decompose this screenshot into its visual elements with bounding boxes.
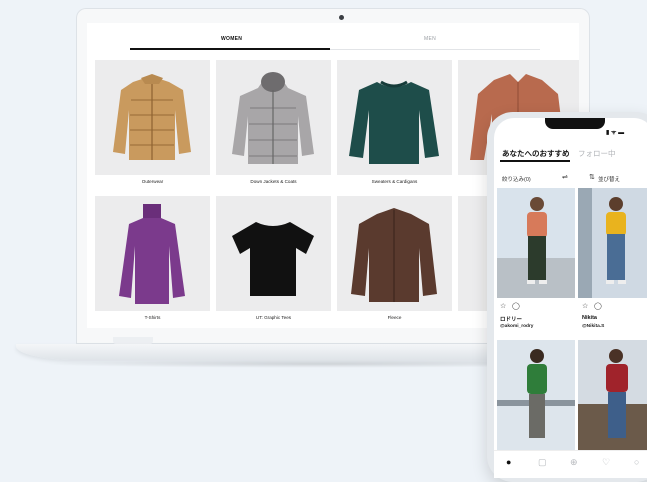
- bottom-navigation: ● ▢ ⊕ ♡ ○: [494, 450, 647, 478]
- sort-icon[interactable]: ⇅: [589, 173, 595, 181]
- add-icon[interactable]: ⊕: [570, 457, 578, 468]
- person-photo: [578, 188, 626, 298]
- active-tab-underline: [500, 160, 570, 162]
- comment-icon[interactable]: ◯: [512, 302, 520, 310]
- category-tabs: WOMEN MEN: [87, 23, 579, 57]
- brown-fleece-image: [351, 208, 437, 302]
- category-label-down-jackets[interactable]: Down Jackets & Coats: [216, 179, 331, 184]
- hooded-down-jacket-image: [232, 72, 314, 164]
- phone-screen: ▮ ᯤ ▬ あなたへのおすすめ フォロー中 絞り込み(0) ⇌ 並び替え ⇅ ☆…: [494, 118, 647, 478]
- category-label-sweaters[interactable]: Sweaters & Cardigans: [337, 179, 452, 184]
- phone-notch: [545, 118, 605, 129]
- post-author-handle-1[interactable]: @akomi_rodry: [500, 324, 533, 329]
- purple-turtleneck-image: [119, 204, 185, 304]
- camera-dot: [339, 15, 344, 20]
- heart-icon[interactable]: ♡: [602, 457, 610, 468]
- green-sweater-image: [349, 80, 439, 164]
- category-tile-ut-graphic-tees[interactable]: [216, 196, 331, 311]
- status-bar-icons: ▮ ᯤ ▬: [606, 130, 625, 136]
- category-tile-fleece[interactable]: [337, 196, 452, 311]
- person-photo: [578, 349, 647, 450]
- category-label-t-shirts[interactable]: T-Shirts: [95, 315, 210, 320]
- post-photo-2[interactable]: [578, 188, 647, 298]
- puffer-jacket-image: [113, 74, 191, 160]
- black-tshirt-image: [232, 222, 314, 296]
- star-icon[interactable]: ☆: [500, 302, 506, 310]
- category-label-outerwear[interactable]: Outerwear: [95, 179, 210, 184]
- filter-sliders-icon[interactable]: ⇌: [562, 173, 568, 181]
- category-tile-sweaters[interactable]: [337, 60, 452, 175]
- post-author-name-1[interactable]: ロドリー: [500, 315, 522, 323]
- active-tab-indicator: [130, 48, 330, 50]
- category-tile-down-jackets[interactable]: [216, 60, 331, 175]
- comment-icon[interactable]: ◯: [594, 302, 602, 310]
- category-tile-outerwear[interactable]: [95, 60, 210, 175]
- person-photo: [497, 197, 575, 298]
- tab-following[interactable]: フォロー中: [578, 148, 616, 159]
- category-tile-t-shirts[interactable]: [95, 196, 210, 311]
- post-author-handle-2[interactable]: @Nikita.S: [582, 324, 604, 329]
- bag-icon[interactable]: ▢: [538, 457, 547, 468]
- sort-button[interactable]: 並び替え: [598, 175, 620, 183]
- post-photo-4[interactable]: [578, 340, 647, 450]
- laptop-hinge-notch: [113, 337, 153, 344]
- person-photo: [497, 349, 575, 438]
- category-label-ut-graphic-tees[interactable]: UT: Graphic Tees: [216, 315, 331, 320]
- filter-button[interactable]: 絞り込み(0): [502, 175, 531, 183]
- post-photo-3[interactable]: [497, 340, 575, 450]
- category-label-fleece[interactable]: Fleece: [337, 315, 452, 320]
- tab-recommended[interactable]: あなたへのおすすめ: [502, 148, 570, 159]
- post-photo-1[interactable]: [497, 188, 575, 298]
- tab-women[interactable]: WOMEN: [221, 36, 242, 42]
- tab-men[interactable]: MEN: [424, 36, 436, 42]
- tab-divider: [330, 49, 540, 50]
- compass-icon[interactable]: ●: [506, 457, 511, 467]
- post-author-name-2[interactable]: Nikita: [582, 315, 597, 321]
- star-icon[interactable]: ☆: [582, 302, 588, 310]
- profile-icon[interactable]: ○: [634, 457, 639, 467]
